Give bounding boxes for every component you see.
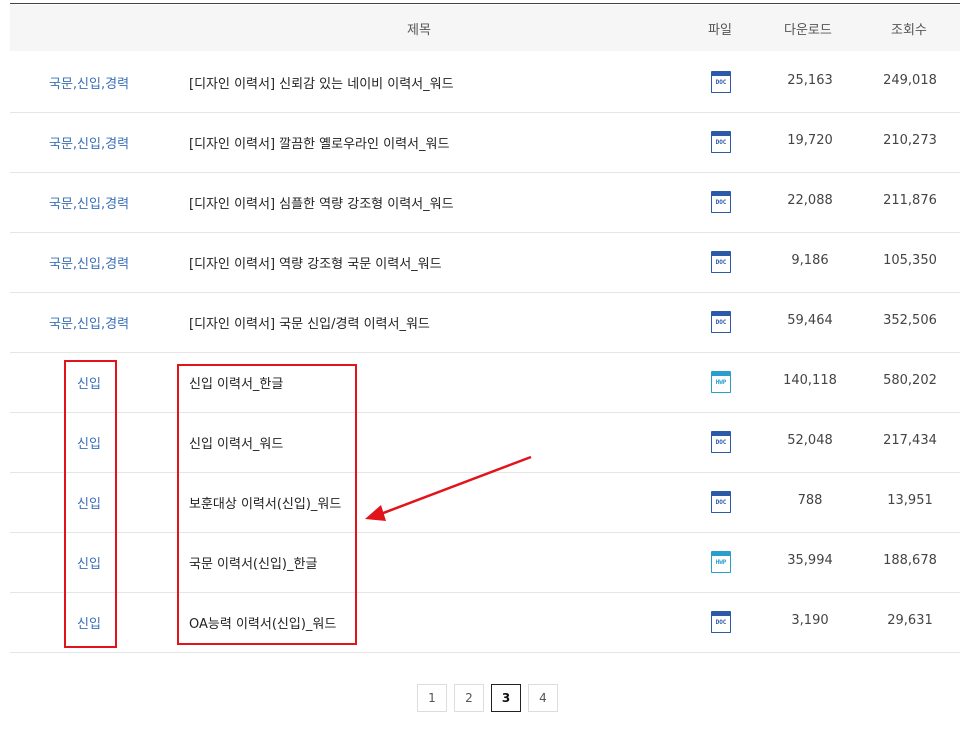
page-link[interactable]: 2 [454, 684, 484, 712]
page-link[interactable]: 1 [417, 684, 447, 712]
annotation-arrow-icon [365, 455, 532, 521]
page-link-current[interactable]: 3 [491, 684, 521, 712]
page-link[interactable]: 4 [528, 684, 558, 712]
